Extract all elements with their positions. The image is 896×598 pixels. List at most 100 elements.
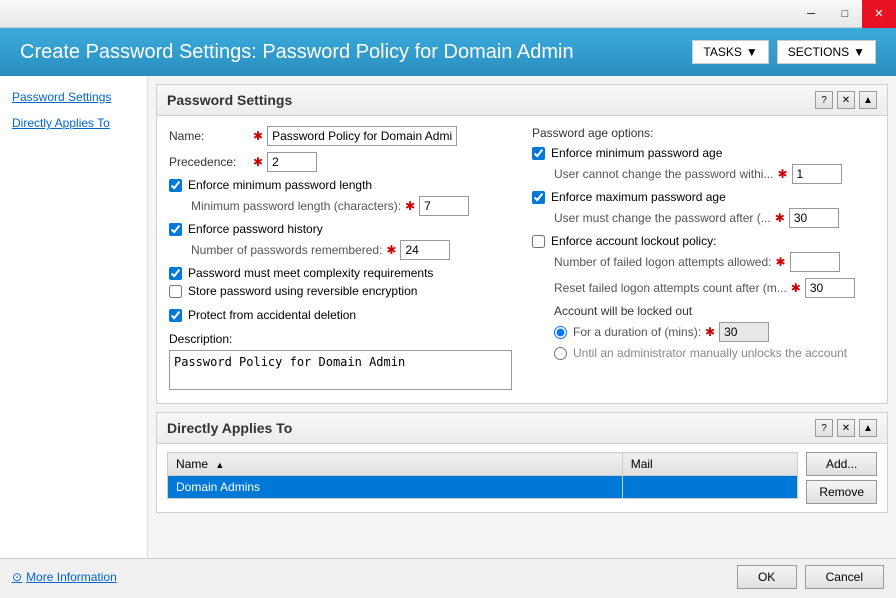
sidebar-item-password-settings[interactable]: Password Settings <box>0 84 147 110</box>
sidebar-item-directly-applies-to[interactable]: Directly Applies To <box>0 110 147 136</box>
directly-applies-to-panel: Directly Applies To ? ✕ ▲ Name ▲ <box>156 412 888 513</box>
sections-label: SECTIONS <box>788 45 849 59</box>
max-age-sub-row: User must change the password after (...… <box>554 208 875 228</box>
password-settings-panel-header: Password Settings ? ✕ ▲ <box>157 85 887 116</box>
min-length-sub-label: Minimum password length (characters): <box>191 199 401 213</box>
reversible-row: Store password using reversible encrypti… <box>169 284 512 298</box>
bottom-bar: ⊙ More Information OK Cancel <box>0 558 896 594</box>
maximize-button[interactable]: □ <box>828 0 862 28</box>
panel-controls: ? ✕ ▲ <box>815 91 877 109</box>
enforce-max-age-checkbox[interactable] <box>532 191 545 204</box>
enforce-lockout-checkbox[interactable] <box>532 235 545 248</box>
remove-button[interactable]: Remove <box>806 480 877 504</box>
dat-title: Directly Applies To <box>167 420 292 436</box>
duration-radio[interactable] <box>554 326 567 339</box>
protect-checkbox[interactable] <box>169 309 182 322</box>
name-label: Name: <box>169 129 249 143</box>
minimize-button[interactable]: ─ <box>794 0 828 28</box>
row-mail-cell <box>622 476 798 499</box>
name-row: Name: ✱ <box>169 126 512 146</box>
more-info-icon: ⊙ <box>12 570 22 584</box>
complexity-row: Password must meet complexity requiremen… <box>169 266 512 280</box>
failed-logon-label: Number of failed logon attempts allowed: <box>554 255 771 269</box>
header-buttons: TASKS ▼ SECTIONS ▼ <box>692 40 876 64</box>
precedence-required: ✱ <box>253 155 263 169</box>
enforce-history-checkbox[interactable] <box>169 223 182 236</box>
precedence-input[interactable] <box>267 152 317 172</box>
enforce-min-age-checkbox[interactable] <box>532 147 545 160</box>
panel-close-icon[interactable]: ✕ <box>837 91 855 109</box>
help-icon[interactable]: ? <box>815 91 833 109</box>
col-mail-header[interactable]: Mail <box>622 453 798 476</box>
row-name-cell: Domain Admins <box>168 476 623 499</box>
dat-help-icon[interactable]: ? <box>815 419 833 437</box>
history-required: ✱ <box>386 243 396 257</box>
dat-table-wrap: Name ▲ Mail Domain Admins <box>167 452 798 499</box>
failed-logon-required: ✱ <box>775 255 785 269</box>
panel-collapse-icon[interactable]: ▲ <box>859 91 877 109</box>
duration-row: For a duration of (mins): ✱ <box>554 322 875 342</box>
min-age-sub-row: User cannot change the password withi...… <box>554 164 875 184</box>
sort-icon: ▲ <box>215 460 224 470</box>
min-length-input[interactable] <box>419 196 469 216</box>
ok-cancel-buttons: OK Cancel <box>737 565 884 589</box>
dat-table: Name ▲ Mail Domain Admins <box>167 452 798 499</box>
left-column: Name: ✱ Precedence: ✱ <box>169 126 512 393</box>
duration-input[interactable] <box>719 322 769 342</box>
dat-close-icon[interactable]: ✕ <box>837 419 855 437</box>
dat-buttons: Add... Remove <box>806 452 877 504</box>
dat-collapse-icon[interactable]: ▲ <box>859 419 877 437</box>
max-age-sub-label: User must change the password after (... <box>554 211 771 225</box>
min-age-required: ✱ <box>777 167 787 181</box>
two-col-layout: Name: ✱ Precedence: ✱ <box>169 126 875 393</box>
failed-logon-input[interactable] <box>790 252 840 272</box>
sections-chevron-icon: ▼ <box>853 45 865 59</box>
reset-failed-required: ✱ <box>791 281 801 295</box>
description-label: Description: <box>169 332 232 346</box>
ok-button[interactable]: OK <box>737 565 797 589</box>
complexity-checkbox[interactable] <box>169 267 182 280</box>
enforce-max-age-label: Enforce maximum password age <box>551 190 726 204</box>
history-input[interactable] <box>400 240 450 260</box>
max-age-input[interactable] <box>789 208 839 228</box>
titlebar: ─ □ ✕ <box>0 0 896 28</box>
dat-controls: ? ✕ ▲ <box>815 419 877 437</box>
enforce-min-age-label: Enforce minimum password age <box>551 146 722 160</box>
min-length-required: ✱ <box>405 199 415 213</box>
reset-failed-input[interactable] <box>805 278 855 298</box>
reset-failed-row: Reset failed logon attempts count after … <box>554 278 875 298</box>
enforce-min-length-checkbox[interactable] <box>169 179 182 192</box>
right-column: Password age options: Enforce minimum pa… <box>532 126 875 393</box>
complexity-label: Password must meet complexity requiremen… <box>188 266 433 280</box>
min-age-input[interactable] <box>792 164 842 184</box>
password-age-title: Password age options: <box>532 126 875 140</box>
manual-unlock-label: Until an administrator manually unlocks … <box>573 346 847 360</box>
main-layout: Password Settings Directly Applies To Pa… <box>0 76 896 558</box>
enforce-max-age-row: Enforce maximum password age <box>532 190 875 204</box>
max-age-required: ✱ <box>775 211 785 225</box>
description-input[interactable]: Password Policy for Domain Admin <box>169 350 512 390</box>
dat-body: Name ▲ Mail Domain Admins <box>157 444 887 512</box>
table-row[interactable]: Domain Admins <box>168 476 798 499</box>
col-name-header[interactable]: Name ▲ <box>168 453 623 476</box>
close-button[interactable]: ✕ <box>862 0 896 28</box>
reversible-checkbox[interactable] <box>169 285 182 298</box>
cancel-button[interactable]: Cancel <box>805 565 884 589</box>
dat-panel-header: Directly Applies To ? ✕ ▲ <box>157 413 887 444</box>
name-input[interactable] <box>267 126 457 146</box>
more-info-link[interactable]: ⊙ More Information <box>12 570 117 584</box>
tasks-button[interactable]: TASKS ▼ <box>692 40 768 64</box>
sections-button[interactable]: SECTIONS ▼ <box>777 40 876 64</box>
duration-required: ✱ <box>705 325 715 339</box>
manual-unlock-row: Until an administrator manually unlocks … <box>554 346 875 360</box>
name-required: ✱ <box>253 129 263 143</box>
failed-logon-row: Number of failed logon attempts allowed:… <box>554 252 875 272</box>
add-button[interactable]: Add... <box>806 452 877 476</box>
sidebar: Password Settings Directly Applies To <box>0 76 148 558</box>
description-row: Description: Password Policy for Domain … <box>169 332 512 393</box>
min-length-sub-row: Minimum password length (characters): ✱ <box>191 196 512 216</box>
manual-unlock-radio[interactable] <box>554 347 567 360</box>
lockout-title: Account will be locked out <box>554 304 875 318</box>
tasks-chevron-icon: ▼ <box>746 45 758 59</box>
enforce-min-age-row: Enforce minimum password age <box>532 146 875 160</box>
